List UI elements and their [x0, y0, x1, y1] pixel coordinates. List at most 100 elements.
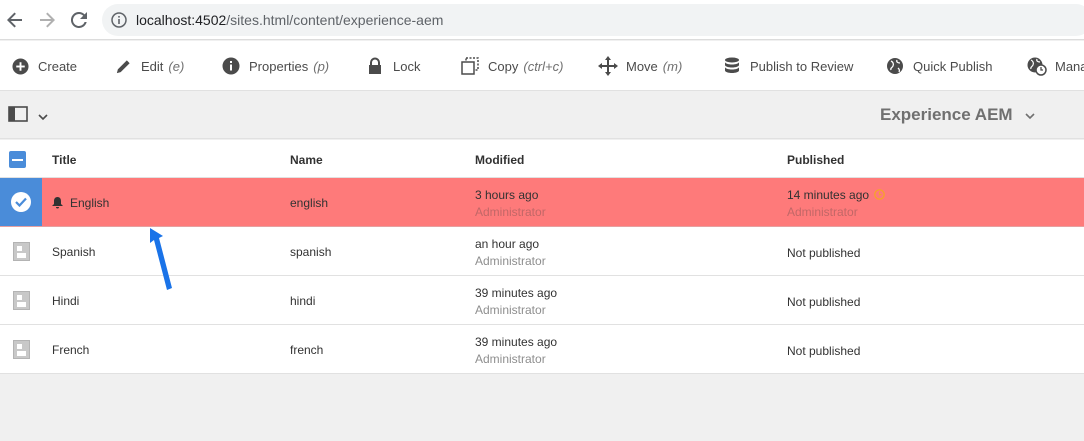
create-label: Create	[38, 58, 78, 74]
forward-arrow-icon[interactable]	[36, 9, 58, 31]
published-status: Not published	[787, 295, 861, 309]
site-info-icon[interactable]	[110, 11, 128, 29]
modified-cell: 3 hours ago Administrator	[475, 187, 546, 221]
move-shortcut: (m)	[662, 58, 683, 74]
copy-label: Copy	[488, 58, 519, 74]
manage-publication-button[interactable]: Mana	[1027, 41, 1084, 91]
side-panel-icon	[8, 106, 28, 127]
published-time: 14 minutes ago	[787, 188, 870, 202]
url-host: localhost:4502	[136, 12, 227, 28]
row-name: hindi	[290, 294, 316, 308]
database-icon	[722, 56, 742, 76]
column-header-name[interactable]: Name	[290, 153, 323, 167]
modified-cell: 39 minutes ago Administrator	[475, 285, 557, 319]
row-name: french	[290, 343, 324, 357]
breadcrumb-title[interactable]: Experience AEM	[880, 105, 1035, 125]
select-all-checkbox[interactable]	[9, 151, 26, 168]
rail-toggle-button[interactable]	[8, 106, 48, 127]
lock-icon	[365, 56, 385, 76]
modified-time: 39 minutes ago	[475, 286, 558, 300]
properties-label: Properties	[249, 58, 309, 74]
published-status: Not published	[787, 344, 861, 358]
published-cell: 14 minutes ago Administrator	[787, 187, 885, 221]
row-name: spanish	[290, 245, 332, 259]
manage-label: Mana	[1055, 58, 1084, 74]
row-title: Hindi	[52, 294, 80, 308]
create-button[interactable]: Create	[10, 41, 77, 91]
edit-shortcut: (e)	[168, 58, 185, 74]
content-header: Experience AEM	[0, 91, 1084, 139]
row-title: Spanish	[52, 245, 96, 259]
row-checkbox[interactable]	[0, 227, 42, 275]
column-header-modified[interactable]: Modified	[475, 153, 524, 167]
page-thumbnail-icon	[12, 241, 30, 261]
page-thumbnail-icon	[12, 290, 30, 310]
row-title: French	[52, 343, 90, 357]
plus-circle-icon	[10, 56, 30, 76]
browser-toolbar: localhost:4502/sites.html/content/experi…	[0, 0, 1084, 40]
modified-cell: an hour ago Administrator	[475, 236, 546, 270]
clock-icon	[874, 189, 885, 200]
copy-shortcut: (ctrl+c)	[523, 58, 564, 74]
row-checkbox[interactable]	[0, 325, 42, 373]
globe-clock-icon	[1027, 56, 1047, 76]
page-title: Experience AEM	[880, 105, 1013, 124]
copy-icon	[460, 56, 480, 76]
edit-label: Edit	[141, 58, 164, 74]
published-by: Administrator	[787, 205, 858, 219]
properties-shortcut: (p)	[313, 58, 330, 74]
table-header: Title Name Modified Published	[0, 140, 1084, 178]
annotation-arrow-icon	[145, 226, 179, 297]
published-status: Not published	[787, 246, 861, 260]
url-path: /sites.html/content/experience-aem	[226, 12, 444, 28]
title-cell: French	[52, 343, 89, 357]
properties-button[interactable]: Properties (p)	[221, 41, 329, 91]
move-button[interactable]: Move (m)	[598, 41, 682, 91]
modified-cell: 39 minutes ago Administrator	[475, 334, 557, 368]
row-checkbox[interactable]	[0, 276, 42, 324]
row-title: English	[70, 196, 110, 210]
column-header-title[interactable]: Title	[52, 153, 76, 167]
chevron-down-icon	[38, 108, 48, 126]
title-cell: English	[52, 196, 109, 210]
info-icon	[221, 56, 241, 76]
publish-to-review-label: Publish to Review	[750, 58, 854, 74]
modified-by: Administrator	[475, 303, 546, 317]
modified-by: Administrator	[475, 352, 546, 366]
modified-by: Administrator	[475, 205, 546, 219]
checkmark-icon	[11, 192, 31, 212]
breadcrumb-chevron-down-icon	[1025, 105, 1035, 125]
row-name: english	[290, 196, 329, 210]
quick-publish-button[interactable]: Quick Publish	[885, 41, 992, 91]
reload-icon[interactable]	[68, 9, 90, 31]
modified-time: an hour ago	[475, 237, 540, 251]
modified-time: 39 minutes ago	[475, 335, 558, 349]
copy-button[interactable]: Copy (ctrl+c)	[460, 41, 563, 91]
action-bar: Create Edit (e) Properties (p) Lock Copy (c…	[0, 41, 1084, 91]
column-header-published[interactable]: Published	[787, 153, 844, 167]
move-label: Move	[626, 58, 658, 74]
lock-label: Lock	[393, 58, 421, 74]
published-cell: Not published	[787, 294, 860, 311]
table-row[interactable]: English english 3 hours ago Administrato…	[0, 178, 1084, 227]
url-text: localhost:4502/sites.html/content/experi…	[136, 12, 443, 28]
published-cell: Not published	[787, 245, 860, 262]
row-checkbox[interactable]	[0, 178, 42, 226]
title-cell: Hindi	[52, 294, 79, 308]
back-arrow-icon[interactable]	[4, 9, 26, 31]
edit-button[interactable]: Edit (e)	[113, 41, 184, 91]
publish-to-review-button[interactable]: Publish to Review	[722, 41, 853, 91]
title-cell: Spanish	[52, 245, 95, 259]
move-icon	[598, 56, 618, 76]
page-thumbnail-icon	[12, 339, 30, 359]
pencil-icon	[113, 56, 133, 76]
table-row[interactable]: French french 39 minutes ago Administrat…	[0, 325, 1084, 374]
published-cell: Not published	[787, 343, 860, 360]
address-bar[interactable]: localhost:4502/sites.html/content/experi…	[102, 4, 1084, 36]
quick-publish-label: Quick Publish	[913, 58, 993, 74]
bell-icon	[52, 197, 63, 209]
lock-button[interactable]: Lock	[365, 41, 420, 91]
modified-time: 3 hours ago	[475, 188, 539, 202]
modified-by: Administrator	[475, 254, 546, 268]
globe-icon	[885, 56, 905, 76]
